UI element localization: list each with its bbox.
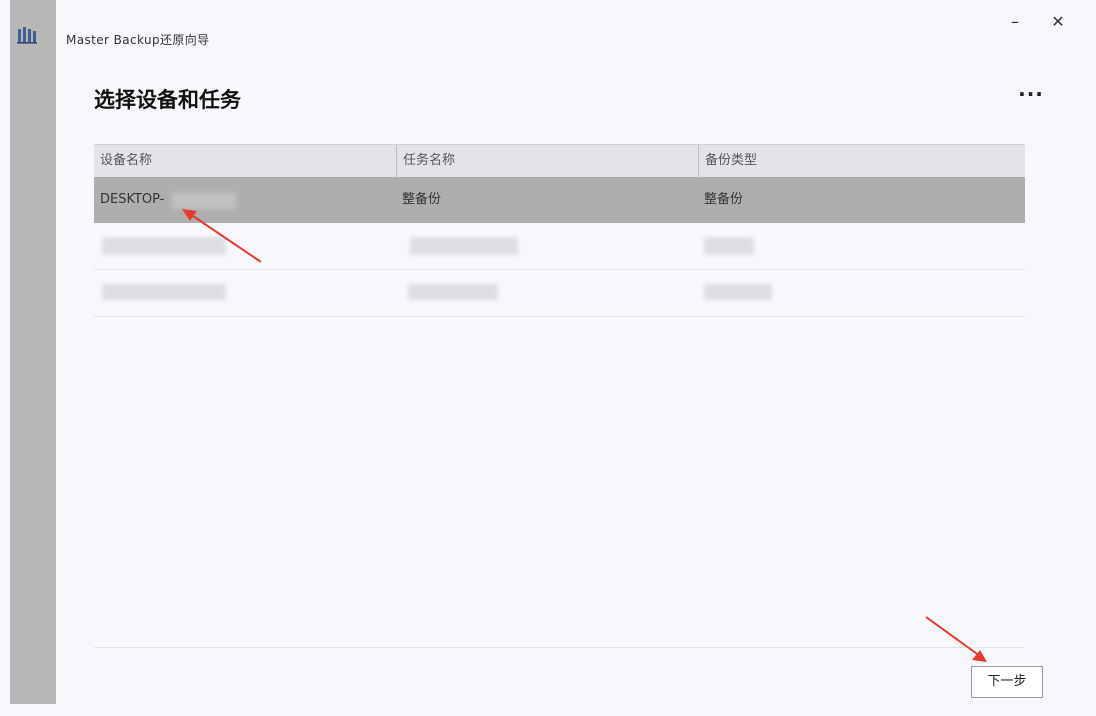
table-row[interactable] [94, 223, 1025, 270]
device-name-cell [94, 270, 394, 316]
task-name-cell [396, 270, 696, 316]
device-name-cell: DESKTOP- [94, 177, 394, 223]
page-title: 选择设备和任务 [94, 88, 241, 112]
table-row[interactable] [94, 270, 1025, 317]
column-header-task-name[interactable]: 任务名称 [396, 145, 696, 177]
task-name-cell: 整备份 [402, 192, 442, 207]
redacted-backup-type [704, 237, 754, 255]
app-logo-icon [17, 27, 37, 44]
device-name-text: DESKTOP- [100, 192, 165, 207]
next-step-button[interactable]: 下一步 [971, 666, 1043, 698]
annotation-arrow-next [925, 616, 987, 662]
left-side-strip [10, 0, 56, 704]
task-name-cell [396, 223, 696, 269]
redacted-device-name [102, 237, 226, 255]
table-header: 设备名称 任务名称 备份类型 [94, 144, 1025, 177]
column-header-device-name[interactable]: 设备名称 [94, 145, 394, 177]
backup-type-cell [698, 223, 1025, 269]
backup-type-cell [698, 270, 1025, 316]
device-task-table: 设备名称 任务名称 备份类型 DESKTOP- 整备份 整备份 [94, 144, 1025, 317]
redacted-backup-type [704, 284, 772, 300]
minimize-button[interactable]: – [1000, 10, 1030, 34]
more-options-icon[interactable]: ··· [1014, 84, 1048, 110]
column-header-backup-type[interactable]: 备份类型 [698, 145, 1025, 177]
backup-type-cell: 整备份 [704, 192, 744, 207]
window-title: Master Backup还原向导 [66, 33, 210, 47]
restore-wizard-window: Master Backup还原向导 – ✕ 选择设备和任务 ··· 设备名称 任… [0, 0, 1096, 716]
device-name-cell [94, 223, 394, 269]
redacted-task-name [410, 237, 518, 255]
redacted-device-suffix [172, 193, 236, 209]
redacted-device-name [102, 284, 226, 300]
table-row[interactable]: DESKTOP- 整备份 整备份 [94, 177, 1025, 223]
redacted-task-name [408, 284, 498, 300]
footer-divider [94, 647, 1025, 648]
close-button[interactable]: ✕ [1043, 10, 1073, 34]
